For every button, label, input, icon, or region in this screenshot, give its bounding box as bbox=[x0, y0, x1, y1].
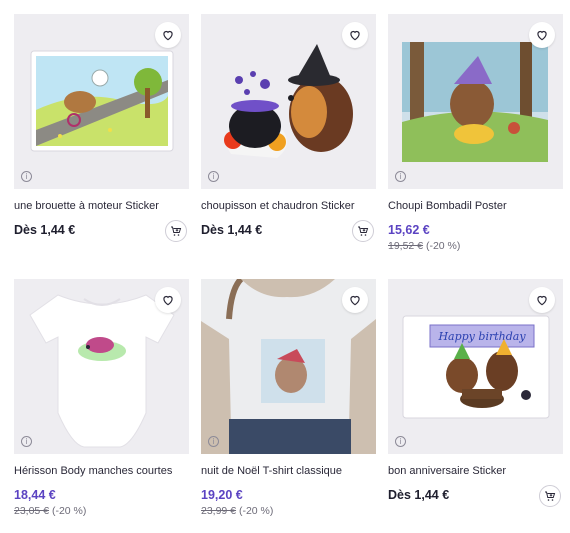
info-icon[interactable]: i bbox=[21, 171, 32, 182]
favorite-button[interactable] bbox=[529, 22, 555, 48]
product-card[interactable]: i Choupi Bombadil Poster 15,62 € 19,52 €… bbox=[388, 14, 563, 252]
original-price: 23,05 € bbox=[14, 505, 50, 517]
product-price: Dès 1,44 € bbox=[14, 223, 76, 237]
favorite-button[interactable] bbox=[342, 287, 368, 313]
product-title[interactable]: Hérisson Body manches courtes bbox=[14, 464, 189, 478]
product-title[interactable]: une brouette à moteur Sticker bbox=[14, 199, 189, 213]
product-image[interactable]: i bbox=[201, 14, 376, 189]
price-row: Dès 1,44 € bbox=[201, 220, 376, 244]
product-title[interactable]: bon anniversaire Sticker bbox=[388, 464, 563, 478]
price-row: 19,20 € 23,99 € (-20 %) bbox=[201, 487, 376, 517]
info-icon[interactable]: i bbox=[395, 171, 406, 182]
info-icon[interactable]: i bbox=[395, 436, 406, 447]
product-price: 18,44 € bbox=[14, 488, 56, 502]
favorite-button[interactable] bbox=[342, 22, 368, 48]
heart-icon bbox=[537, 295, 547, 306]
product-image[interactable]: i bbox=[14, 279, 189, 454]
price-row: 15,62 € 19,52 € (-20 %) bbox=[388, 222, 563, 252]
original-price-row: 23,99 € (-20 %) bbox=[201, 505, 376, 518]
add-to-cart-icon bbox=[171, 226, 182, 236]
heart-icon bbox=[537, 30, 547, 41]
heart-icon bbox=[350, 295, 360, 306]
add-to-cart-button[interactable] bbox=[539, 485, 561, 507]
product-price: 19,20 € bbox=[201, 488, 243, 502]
product-title[interactable]: Choupi Bombadil Poster bbox=[388, 199, 563, 213]
info-icon[interactable]: i bbox=[208, 436, 219, 447]
heart-icon bbox=[163, 30, 173, 41]
add-to-cart-icon bbox=[358, 226, 369, 236]
hedgehog-cauldron-sticker-art bbox=[224, 44, 353, 158]
add-to-cart-button[interactable] bbox=[165, 220, 187, 242]
add-to-cart-button[interactable] bbox=[352, 220, 374, 242]
heart-icon bbox=[163, 295, 173, 306]
product-card[interactable]: i nuit de Noël T-shirt classique 19,20 €… bbox=[201, 279, 376, 517]
discount-label: (-20 %) bbox=[425, 240, 461, 252]
product-price: Dès 1,44 € bbox=[201, 223, 263, 237]
discount-label: (-20 %) bbox=[51, 505, 87, 517]
product-price: Dès 1,44 € bbox=[388, 488, 450, 502]
product-image[interactable]: i bbox=[388, 14, 563, 189]
original-price-row: 23,05 € (-20 %) bbox=[14, 505, 189, 518]
favorite-button[interactable] bbox=[155, 22, 181, 48]
product-card[interactable]: i une brouette à moteur Sticker Dès 1,44… bbox=[14, 14, 189, 244]
product-image[interactable]: i bbox=[14, 14, 189, 189]
product-card[interactable]: i choupisson et chaudron Sticker Dès 1,4… bbox=[201, 14, 376, 244]
favorite-button[interactable] bbox=[529, 287, 555, 313]
sticker-banner-text: Happy birthday bbox=[437, 330, 526, 343]
add-to-cart-icon bbox=[545, 491, 556, 501]
info-icon[interactable]: i bbox=[21, 436, 32, 447]
info-icon[interactable]: i bbox=[208, 171, 219, 182]
poster-art bbox=[402, 42, 548, 162]
product-image[interactable]: Happy birthday i bbox=[388, 279, 563, 454]
product-grid: i une brouette à moteur Sticker Dès 1,44… bbox=[0, 0, 570, 533]
baby-body-art bbox=[29, 294, 175, 448]
price-row: 18,44 € 23,05 € (-20 %) bbox=[14, 487, 189, 517]
original-price: 19,52 € bbox=[388, 240, 424, 252]
product-card[interactable]: i Hérisson Body manches courtes 18,44 € … bbox=[14, 279, 189, 517]
birthday-sticker-art: Happy birthday bbox=[402, 315, 550, 419]
product-image[interactable]: i bbox=[201, 279, 376, 454]
original-price: 23,99 € bbox=[201, 505, 237, 517]
wheelbarrow-sticker-art bbox=[30, 50, 174, 152]
original-price-row: 19,52 € (-20 %) bbox=[388, 240, 563, 253]
price-row: Dès 1,44 € bbox=[14, 220, 189, 244]
product-title[interactable]: nuit de Noël T-shirt classique bbox=[201, 464, 376, 478]
heart-icon bbox=[350, 30, 360, 41]
favorite-button[interactable] bbox=[155, 287, 181, 313]
price-row: Dès 1,44 € bbox=[388, 485, 563, 509]
product-card[interactable]: Happy birthday i bon anniversaire Sticke… bbox=[388, 279, 563, 509]
product-price: 15,62 € bbox=[388, 223, 430, 237]
product-title[interactable]: choupisson et chaudron Sticker bbox=[201, 199, 376, 213]
discount-label: (-20 %) bbox=[238, 505, 274, 517]
